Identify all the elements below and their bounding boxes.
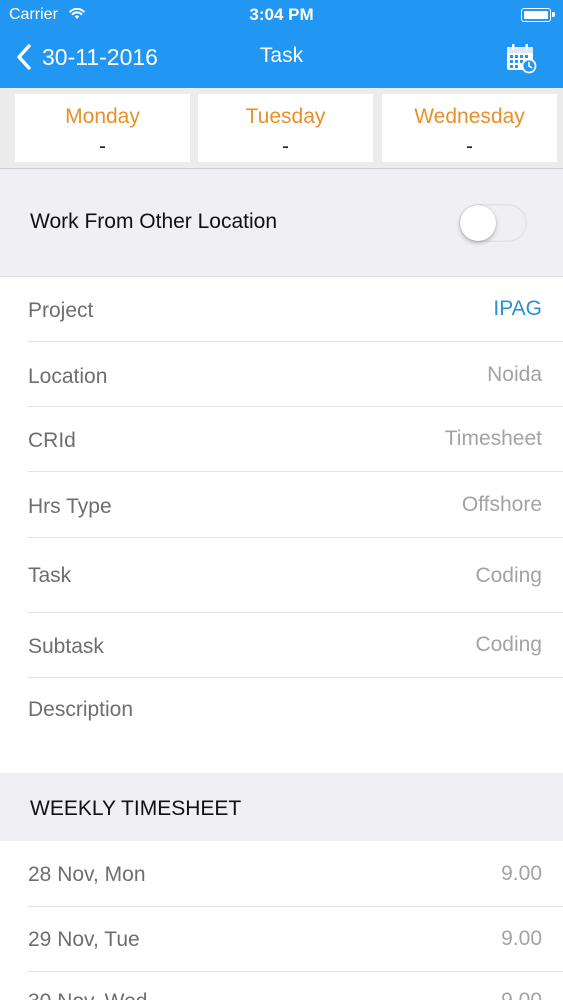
- timesheet-row[interactable]: 28 Nov, Mon 9.00: [0, 841, 563, 907]
- toggle-knob: [460, 205, 496, 241]
- app-header: Carrier 3:04 PM 30-11-2016 Task: [0, 0, 563, 88]
- day-tile-tuesday[interactable]: Tuesday -: [198, 94, 373, 162]
- day-name: Wednesday: [414, 105, 525, 128]
- weekly-timesheet-header: WEEKLY TIMESHEET: [0, 773, 563, 841]
- day-strip: Monday - Tuesday - Wednesday -: [0, 88, 563, 169]
- field-row-crid[interactable]: CRId Timesheet: [0, 407, 563, 472]
- status-time: 3:04 PM: [249, 5, 314, 24]
- timesheet-date: 29 Nov, Tue: [28, 928, 140, 951]
- field-value: Coding: [475, 564, 542, 587]
- field-row-description[interactable]: Description: [0, 678, 563, 773]
- calendar-icon[interactable]: [505, 42, 537, 74]
- timesheet-row[interactable]: 29 Nov, Tue 9.00: [0, 907, 563, 972]
- day-tile-monday[interactable]: Monday -: [15, 94, 190, 162]
- work-from-other-location-toggle[interactable]: [459, 204, 527, 242]
- section-title: WEEKLY TIMESHEET: [30, 797, 242, 820]
- field-value: Timesheet: [444, 427, 542, 450]
- day-name: Tuesday: [245, 105, 326, 128]
- field-row-location[interactable]: Location Noida: [0, 342, 563, 407]
- timesheet-hours: 9.00: [501, 927, 542, 950]
- navigation-bar: 30-11-2016 Task: [0, 30, 563, 88]
- day-hours: -: [466, 135, 473, 158]
- timesheet-date: 30 Nov, Wed: [28, 990, 147, 1000]
- work-from-other-location-label: Work From Other Location: [30, 210, 278, 233]
- timesheet-hours: 9.00: [501, 989, 542, 1000]
- field-label: Task: [28, 564, 72, 587]
- field-row-hrs-type[interactable]: Hrs Type Offshore: [0, 472, 563, 538]
- field-label: Description: [28, 698, 134, 721]
- timesheet-hours: 9.00: [501, 862, 542, 885]
- status-bar: Carrier 3:04 PM: [0, 0, 563, 30]
- field-value: Offshore: [461, 493, 542, 516]
- day-hours: -: [99, 135, 106, 158]
- back-button-label: 30-11-2016: [42, 43, 158, 70]
- field-row-subtask[interactable]: Subtask Coding: [0, 613, 563, 678]
- field-label: Project: [28, 299, 94, 322]
- field-row-task[interactable]: Task Coding: [0, 538, 563, 613]
- work-from-other-location-row: Work From Other Location: [0, 169, 563, 277]
- timesheet-date: 28 Nov, Mon: [28, 863, 146, 886]
- field-label: Subtask: [28, 635, 104, 658]
- day-tile-wednesday[interactable]: Wednesday -: [382, 94, 557, 162]
- field-label: CRId: [28, 429, 76, 452]
- field-row-project[interactable]: Project IPAG: [0, 277, 563, 342]
- timesheet-row[interactable]: 30 Nov, Wed 9.00: [0, 972, 563, 1000]
- field-value: Noida: [487, 363, 542, 386]
- field-value: Coding: [475, 633, 542, 656]
- chevron-left-icon: [17, 44, 31, 70]
- field-label: Location: [28, 365, 108, 388]
- battery-icon: [521, 8, 555, 22]
- back-button[interactable]: 30-11-2016: [14, 40, 158, 74]
- day-hours: -: [282, 135, 289, 158]
- field-label: Hrs Type: [28, 495, 112, 518]
- field-value: IPAG: [493, 297, 542, 320]
- day-name: Monday: [65, 105, 140, 128]
